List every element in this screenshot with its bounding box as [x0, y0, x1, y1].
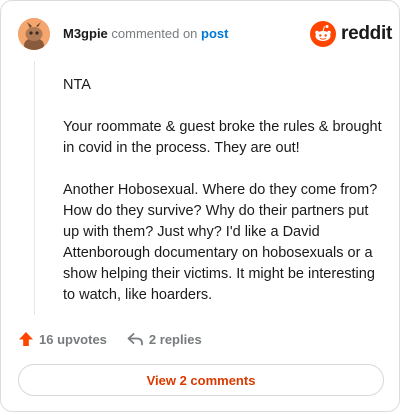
reddit-wordmark: reddit	[341, 23, 392, 44]
comment-body: NTA Your roommate & guest broke the rule…	[63, 75, 385, 306]
view-comments-label: View 2 comments	[146, 372, 256, 388]
comment-card: M3gpie commented on post reddit NTA Your…	[0, 0, 400, 412]
username[interactable]: M3gpie	[63, 26, 108, 41]
comment-header: M3gpie commented on post	[63, 26, 229, 42]
comment-paragraph: Another Hobosexual. Where do they come f…	[63, 182, 378, 303]
replies-button[interactable]: 2 replies	[127, 332, 202, 347]
reply-arrow-icon	[127, 333, 143, 346]
reddit-snoo-icon	[310, 21, 336, 47]
commented-on-text: commented on	[111, 26, 198, 41]
comment-paragraph: NTA	[63, 77, 91, 93]
upvote-button[interactable]: 16 upvotes	[18, 331, 107, 347]
snoo-avatar-icon	[18, 18, 50, 50]
post-link[interactable]: post	[201, 26, 228, 41]
comment-paragraph: Your roommate & guest broke the rules & …	[63, 119, 382, 156]
reddit-logo[interactable]: reddit	[310, 21, 392, 47]
upvote-count: 16 upvotes	[39, 331, 107, 347]
upvote-arrow-icon	[19, 332, 33, 346]
view-comments-button[interactable]: View 2 comments	[18, 364, 384, 396]
thread-line[interactable]	[34, 61, 35, 315]
comment-actions: 16 upvotes 2 replies	[18, 331, 202, 347]
replies-count: 2 replies	[148, 331, 202, 347]
avatar[interactable]	[18, 18, 50, 50]
